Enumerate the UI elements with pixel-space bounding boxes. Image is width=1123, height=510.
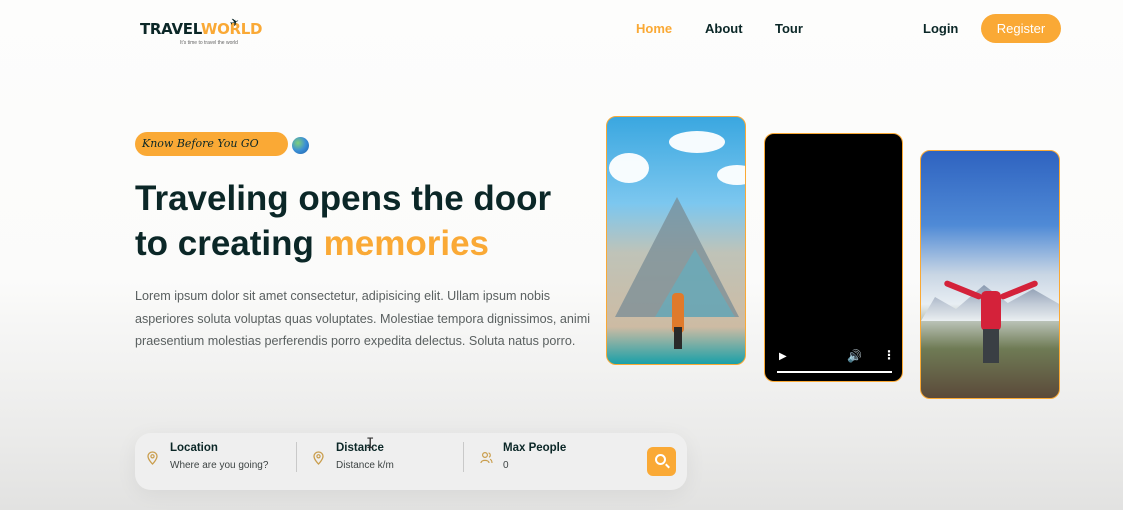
hiker-arm <box>943 279 983 301</box>
divider <box>463 442 464 472</box>
hero-image-hiker <box>920 150 1060 399</box>
text-cursor-icon: I <box>366 436 375 452</box>
location-label: Location <box>170 442 218 454</box>
hiker-legs <box>983 329 999 363</box>
hero-description: Lorem ipsum dolor sit amet consectetur, … <box>135 289 591 349</box>
globe-icon <box>292 137 309 154</box>
nav-about[interactable]: About <box>705 21 743 36</box>
location-input[interactable]: Where are you going? <box>170 460 268 471</box>
more-options-icon[interactable]: ⋮ <box>883 348 895 362</box>
register-button[interactable]: Register <box>981 14 1061 43</box>
cloud-shape <box>609 153 649 183</box>
video-progress-bar[interactable] <box>777 371 892 373</box>
hero-video[interactable]: ▶ 🔊 ⋮ <box>764 133 903 382</box>
hero-image-pyramid <box>606 116 746 365</box>
map-pin-icon <box>147 451 158 465</box>
search-button[interactable] <box>647 447 676 476</box>
location-field[interactable]: Location Where are you going? <box>147 433 297 490</box>
volume-icon[interactable]: 🔊 <box>847 349 862 363</box>
search-icon-handle <box>665 463 670 469</box>
distance-field[interactable]: Distance Distance k/m <box>313 433 463 490</box>
hero-title-highlight: memories <box>323 224 490 263</box>
max-people-input[interactable]: 0 <box>503 460 509 471</box>
header: TRAVELWORLD ✈ It's time to travel the wo… <box>0 0 1123 58</box>
cloud-shape <box>669 131 725 153</box>
hero-title-line1: Traveling opens the door <box>135 179 552 218</box>
hero-title: Traveling opens the door to creating memo… <box>135 176 605 266</box>
group-icon <box>480 451 493 465</box>
traveler-legs <box>674 327 682 349</box>
pyramid-shape <box>655 249 735 317</box>
search-bar: Location Where are you going? Distance D… <box>135 433 687 490</box>
hiker-figure <box>981 291 1001 331</box>
max-people-label: Max People <box>503 442 567 454</box>
hero-badge: Know Before You GO <box>135 132 288 156</box>
search-icon <box>655 454 666 465</box>
play-icon[interactable]: ▶ <box>779 351 787 362</box>
max-people-field[interactable]: Max People 0 <box>480 433 630 490</box>
divider <box>296 442 297 472</box>
logo-tagline: It's time to travel the world <box>180 40 238 46</box>
cloud-shape <box>717 165 745 185</box>
nav-home[interactable]: Home <box>636 21 672 36</box>
video-controls: ▶ 🔊 ⋮ <box>765 341 902 381</box>
map-pin-icon <box>313 451 324 465</box>
nav-tour[interactable]: Tour <box>775 21 803 36</box>
hero-title-line2: to creating <box>135 224 324 263</box>
distance-input[interactable]: Distance k/m <box>336 460 394 471</box>
distance-label: Distance <box>336 442 384 454</box>
login-button[interactable]: Login <box>923 21 958 36</box>
